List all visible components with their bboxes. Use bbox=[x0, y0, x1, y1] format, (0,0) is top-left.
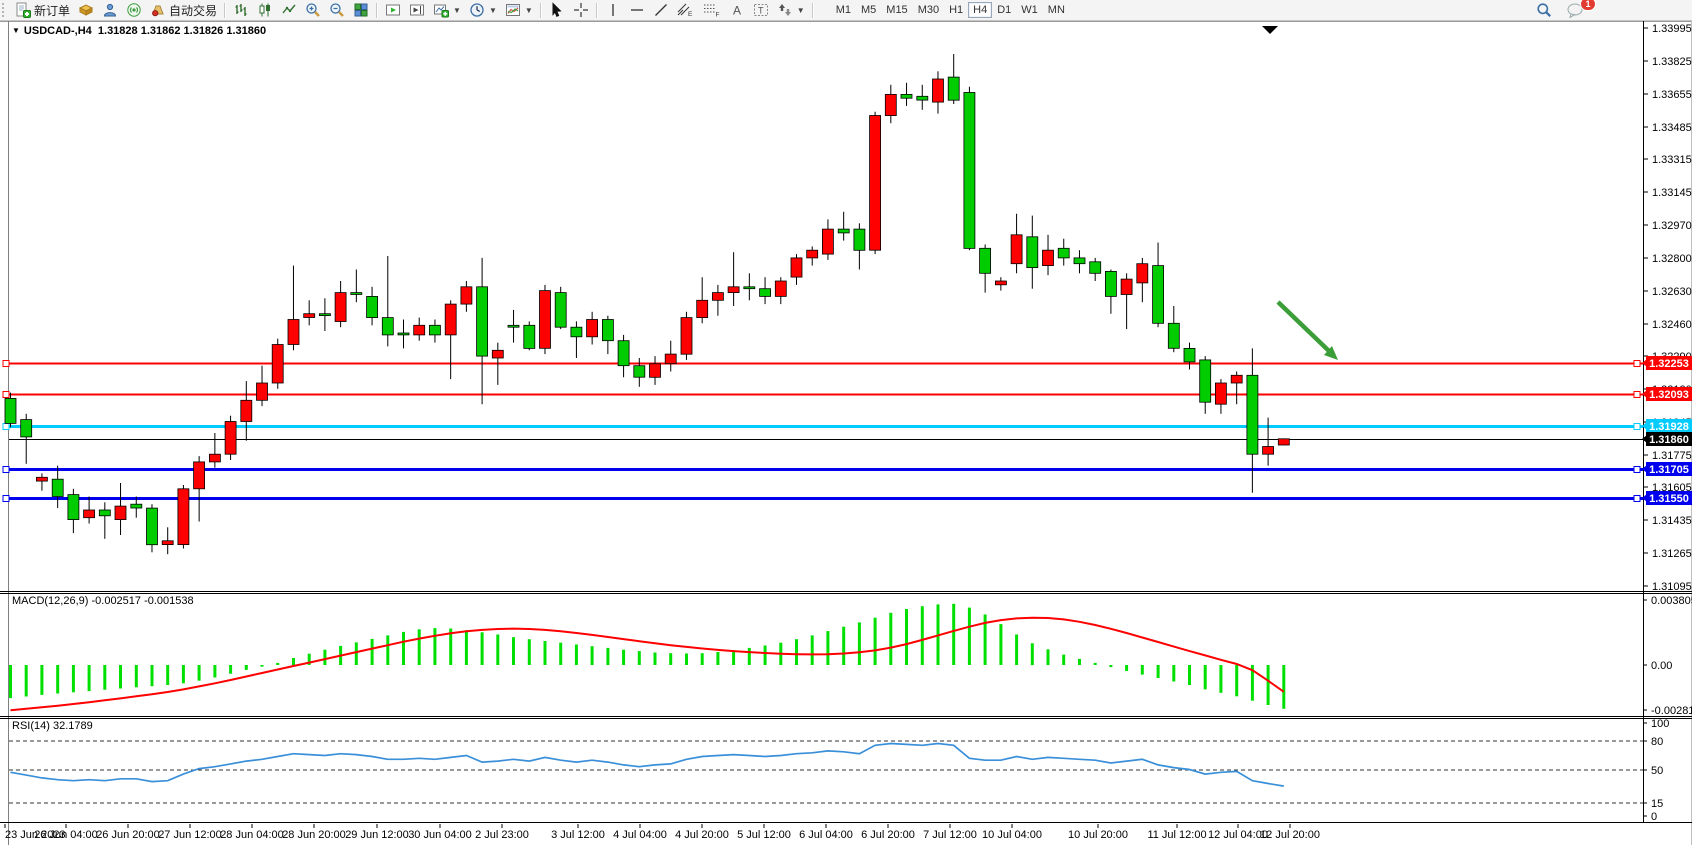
svg-text:1.32093: 1.32093 bbox=[1649, 389, 1689, 401]
svg-text:11 Jul 12:00: 11 Jul 12:00 bbox=[1147, 829, 1206, 841]
line-handle[interactable] bbox=[3, 467, 9, 473]
price-badge-1.32253: 1.32253 bbox=[1642, 356, 1692, 370]
svg-text:80: 80 bbox=[1651, 736, 1663, 748]
svg-text:29 Jun 12:00: 29 Jun 12:00 bbox=[345, 829, 409, 841]
svg-text:12 Jul 20:00: 12 Jul 20:00 bbox=[1260, 829, 1320, 841]
ohlc-values: 1.31828 1.31862 1.31826 1.31860 bbox=[98, 25, 266, 37]
svg-text:1.33655: 1.33655 bbox=[1652, 89, 1692, 101]
svg-text:3 Jul 12:00: 3 Jul 12:00 bbox=[551, 829, 605, 841]
price-badge-1.32093: 1.32093 bbox=[1642, 387, 1692, 401]
svg-text:1.32460: 1.32460 bbox=[1652, 319, 1692, 331]
macd-name: MACD(12,26,9) bbox=[12, 595, 88, 607]
svg-text:0: 0 bbox=[1651, 811, 1657, 823]
chart-canvas[interactable]: 1.33995 1.33825 1.33655 1.33485 1.33315 1.331… bbox=[0, 0, 1692, 845]
line-handle[interactable] bbox=[3, 392, 9, 398]
rsi-current-value: 32.1789 bbox=[53, 720, 93, 732]
line-handle[interactable] bbox=[1634, 467, 1640, 473]
svg-text:1.33145: 1.33145 bbox=[1652, 187, 1692, 199]
svg-text:0.003805: 0.003805 bbox=[1651, 595, 1692, 607]
svg-text:1.31928: 1.31928 bbox=[1649, 421, 1689, 433]
svg-text:12 Jul 04:00: 12 Jul 04:00 bbox=[1208, 829, 1268, 841]
collapse-triangle-icon[interactable]: ▼ bbox=[12, 26, 20, 35]
chart-frame bbox=[0, 21, 1692, 845]
svg-text:1.31860: 1.31860 bbox=[1649, 434, 1689, 446]
svg-text:1.33825: 1.33825 bbox=[1652, 56, 1692, 68]
line-handle[interactable] bbox=[1634, 392, 1640, 398]
svg-text:2 Jul 23:00: 2 Jul 23:00 bbox=[475, 829, 529, 841]
macd-current-values: -0.002517 -0.001538 bbox=[91, 595, 193, 607]
svg-text:15: 15 bbox=[1651, 798, 1663, 810]
svg-text:30 Jun 04:00: 30 Jun 04:00 bbox=[408, 829, 472, 841]
rsi-indicator-label: RSI(14) 32.1789 bbox=[12, 720, 93, 732]
chart-title: ▼ USDCAD-,H4 1.31828 1.31862 1.31826 1.31… bbox=[12, 25, 266, 37]
svg-text:10 Jul 04:00: 10 Jul 04:00 bbox=[982, 829, 1042, 841]
svg-text:6 Jul 20:00: 6 Jul 20:00 bbox=[861, 829, 915, 841]
svg-text:100: 100 bbox=[1651, 718, 1669, 730]
price-badge-1.31928: 1.31928 bbox=[1642, 419, 1692, 433]
line-handle[interactable] bbox=[3, 361, 9, 367]
svg-text:10 Jul 20:00: 10 Jul 20:00 bbox=[1068, 829, 1128, 841]
line-handle[interactable] bbox=[1634, 496, 1640, 502]
svg-text:26 Jun 20:00: 26 Jun 20:00 bbox=[96, 829, 160, 841]
svg-text:6 Jul 04:00: 6 Jul 04:00 bbox=[799, 829, 853, 841]
svg-text:1.31705: 1.31705 bbox=[1649, 464, 1689, 476]
symbol-period-label: USDCAD-,H4 bbox=[24, 25, 92, 37]
line-handle[interactable] bbox=[1634, 361, 1640, 367]
svg-text:1.31550: 1.31550 bbox=[1649, 493, 1689, 505]
line-handle[interactable] bbox=[3, 496, 9, 502]
svg-text:1.33995: 1.33995 bbox=[1652, 23, 1692, 35]
svg-text:1.32970: 1.32970 bbox=[1652, 220, 1692, 232]
svg-text:1.32630: 1.32630 bbox=[1652, 286, 1692, 298]
svg-text:26 Jun 04:00: 26 Jun 04:00 bbox=[34, 829, 98, 841]
svg-text:0.00: 0.00 bbox=[1651, 660, 1672, 672]
price-badge-1.31860: 1.31860 bbox=[1642, 432, 1692, 446]
svg-text:1.31435: 1.31435 bbox=[1652, 515, 1692, 527]
svg-text:4 Jul 04:00: 4 Jul 04:00 bbox=[613, 829, 667, 841]
svg-text:1.32800: 1.32800 bbox=[1652, 253, 1692, 265]
svg-text:27 Jun 12:00: 27 Jun 12:00 bbox=[158, 829, 222, 841]
svg-text:7 Jul 12:00: 7 Jul 12:00 bbox=[923, 829, 977, 841]
svg-text:28 Jun 04:00: 28 Jun 04:00 bbox=[220, 829, 284, 841]
svg-text:1.32253: 1.32253 bbox=[1649, 358, 1689, 370]
svg-text:1.31265: 1.31265 bbox=[1652, 548, 1692, 560]
svg-text:4 Jul 20:00: 4 Jul 20:00 bbox=[675, 829, 729, 841]
svg-text:1.33315: 1.33315 bbox=[1652, 154, 1692, 166]
rsi-name: RSI(14) bbox=[12, 720, 50, 732]
svg-text:28 Jun 20:00: 28 Jun 20:00 bbox=[282, 829, 346, 841]
price-badge-1.31705: 1.31705 bbox=[1642, 462, 1692, 476]
svg-text:1.33485: 1.33485 bbox=[1652, 122, 1692, 134]
price-badge-1.31550: 1.31550 bbox=[1642, 491, 1692, 505]
svg-text:1.31775: 1.31775 bbox=[1652, 450, 1692, 462]
svg-text:1.31095: 1.31095 bbox=[1652, 581, 1692, 593]
line-handle[interactable] bbox=[3, 424, 9, 430]
macd-indicator-label: MACD(12,26,9) -0.002517 -0.001538 bbox=[12, 595, 194, 607]
svg-text:50: 50 bbox=[1651, 765, 1663, 777]
svg-text:-0.002818: -0.002818 bbox=[1651, 705, 1692, 717]
line-handle[interactable] bbox=[1634, 424, 1640, 430]
svg-text:5 Jul 12:00: 5 Jul 12:00 bbox=[737, 829, 791, 841]
mt4-terminal: 新订单 自动交易 bbox=[0, 0, 1692, 845]
